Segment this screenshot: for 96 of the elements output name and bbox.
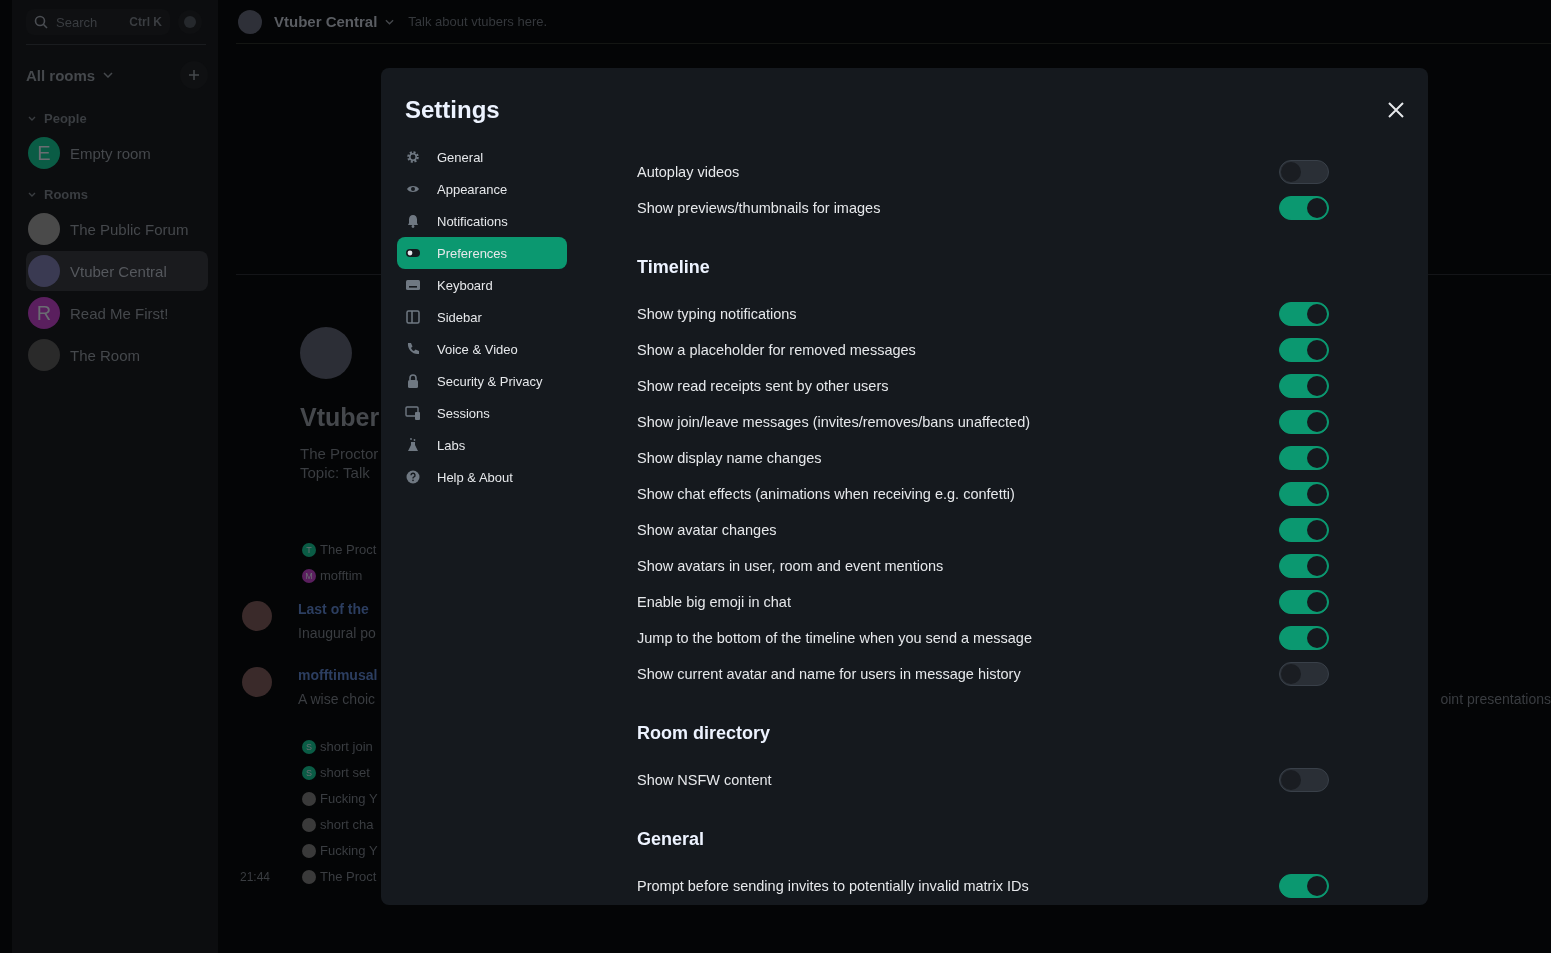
event-text: Fucking Y bbox=[320, 791, 378, 806]
room-name[interactable]: Vtuber Central bbox=[274, 13, 378, 30]
room-item[interactable]: The Public Forum bbox=[26, 209, 208, 249]
setting-label: Show typing notifications bbox=[637, 306, 797, 322]
chevron-icon bbox=[385, 18, 395, 25]
message-text: oint presentations bbox=[1440, 691, 1551, 707]
eye-icon bbox=[405, 184, 421, 194]
room-title: Vtuber bbox=[300, 403, 380, 432]
room-item[interactable]: The Room bbox=[26, 335, 208, 375]
event-text: mofftim bbox=[320, 568, 363, 583]
toggle-icon bbox=[405, 249, 421, 257]
timestamp: 21:44 bbox=[239, 869, 272, 884]
settings-tab[interactable]: Sidebar bbox=[397, 301, 567, 333]
setting-label: Autoplay videos bbox=[637, 164, 740, 180]
toggle-switch[interactable] bbox=[1279, 410, 1329, 434]
setting-label: Show read receipts sent by other users bbox=[637, 378, 889, 394]
section-heading: Timeline bbox=[637, 256, 711, 279]
gear-icon bbox=[405, 150, 421, 164]
toggle-switch[interactable] bbox=[1279, 874, 1329, 898]
settings-tab[interactable]: Sessions bbox=[397, 397, 567, 429]
user-avatar bbox=[242, 667, 272, 697]
user-avatar: S bbox=[302, 739, 316, 754]
settings-tab[interactable]: Preferences bbox=[397, 237, 567, 269]
toggle-switch[interactable] bbox=[1279, 626, 1329, 650]
plus-icon bbox=[188, 69, 200, 81]
chevron-icon bbox=[28, 115, 36, 121]
bell-icon bbox=[405, 214, 421, 228]
chevron-icon bbox=[103, 72, 114, 78]
room-avatar: E bbox=[28, 137, 60, 169]
message-text: A wise choic bbox=[298, 691, 376, 707]
setting-label: Show previews/thumbnails for images bbox=[637, 200, 881, 216]
dialog-title: Settings bbox=[405, 96, 500, 124]
toggle-switch[interactable] bbox=[1279, 482, 1329, 506]
message-text: Inaugural po bbox=[298, 625, 376, 641]
setting-label: Show display name changes bbox=[637, 450, 822, 466]
toggle-switch[interactable] bbox=[1279, 662, 1329, 686]
topic-text: Topic: Talk bbox=[300, 463, 370, 482]
search-icon bbox=[34, 15, 48, 29]
setting-label: Show NSFW content bbox=[637, 772, 772, 788]
room-item[interactable]: Vtuber Central bbox=[26, 251, 208, 291]
keyboard-icon bbox=[405, 280, 421, 290]
event-text: The Proct bbox=[320, 869, 377, 884]
room-avatar: R bbox=[28, 297, 60, 329]
room-avatar bbox=[238, 9, 262, 34]
settings-tab[interactable]: Notifications bbox=[397, 205, 567, 237]
help-icon bbox=[405, 470, 421, 484]
setting-label: Show current avatar and name for users in message history bbox=[637, 666, 1021, 682]
event-text: The Proct bbox=[320, 542, 377, 557]
setting-label: Enable big emoji in chat bbox=[637, 594, 791, 610]
setting-label: Show a placeholder for removed messages bbox=[637, 342, 916, 358]
settings-tab[interactable]: Keyboard bbox=[397, 269, 567, 301]
toggle-switch[interactable] bbox=[1279, 446, 1329, 470]
toggle-switch[interactable] bbox=[1279, 768, 1329, 792]
devices-icon bbox=[405, 406, 421, 420]
creator-text: The Proctor bbox=[300, 444, 379, 463]
event-text: Fucking Y bbox=[320, 843, 378, 858]
setting-label: Show avatars in user, room and event mentions bbox=[637, 558, 944, 574]
settings-tab[interactable]: Appearance bbox=[397, 173, 567, 205]
settings-tab[interactable]: Voice & Video bbox=[397, 333, 567, 365]
lock-icon bbox=[405, 374, 421, 388]
toggle-switch[interactable] bbox=[1279, 160, 1329, 184]
close-button[interactable] bbox=[1386, 100, 1406, 120]
user-avatar: S bbox=[302, 765, 316, 780]
toggle-switch[interactable] bbox=[1279, 590, 1329, 614]
setting-label: Show avatar changes bbox=[637, 522, 777, 538]
settings-tab[interactable]: Security & Privacy bbox=[397, 365, 567, 397]
toggle-switch[interactable] bbox=[1279, 374, 1329, 398]
setting-label: Jump to the bottom of the timeline when you send a message bbox=[637, 630, 1032, 646]
settings-tab[interactable]: Labs bbox=[397, 429, 567, 461]
toggle-switch[interactable] bbox=[1279, 554, 1329, 578]
toggle-switch[interactable] bbox=[1279, 518, 1329, 542]
setting-label: Show chat effects (animations when receiving e.g. confetti) bbox=[637, 486, 1015, 502]
setting-label: Show join/leave messages (invites/removes/bans unaffected) bbox=[637, 414, 1031, 430]
flask-icon bbox=[405, 438, 421, 452]
room-avatar bbox=[300, 327, 352, 379]
room-item[interactable]: E Empty room bbox=[26, 133, 208, 173]
event-text: short join bbox=[320, 739, 373, 754]
close-icon bbox=[1388, 102, 1404, 118]
settings-tab[interactable]: General bbox=[397, 141, 567, 173]
user-avatar: T bbox=[302, 542, 316, 557]
section-heading: General bbox=[637, 828, 706, 851]
room-item[interactable]: R Read Me First! bbox=[26, 293, 208, 333]
toggle-switch[interactable] bbox=[1279, 302, 1329, 326]
event-text: short cha bbox=[320, 817, 374, 832]
columns-icon bbox=[405, 310, 421, 324]
toggle-switch[interactable] bbox=[1279, 338, 1329, 362]
user-avatar bbox=[242, 601, 272, 631]
phone-icon bbox=[405, 342, 421, 356]
settings-tab[interactable]: Help & About bbox=[397, 461, 567, 493]
setting-label: Prompt before sending invites to potentially invalid matrix IDs bbox=[637, 878, 1029, 894]
rooms-filter-heading[interactable]: All rooms bbox=[26, 66, 96, 84]
user-avatar: M bbox=[302, 568, 316, 583]
toggle-switch[interactable] bbox=[1279, 196, 1329, 220]
event-text: short set bbox=[320, 765, 370, 780]
chevron-icon bbox=[28, 191, 36, 197]
section-heading: Room directory bbox=[637, 722, 772, 745]
